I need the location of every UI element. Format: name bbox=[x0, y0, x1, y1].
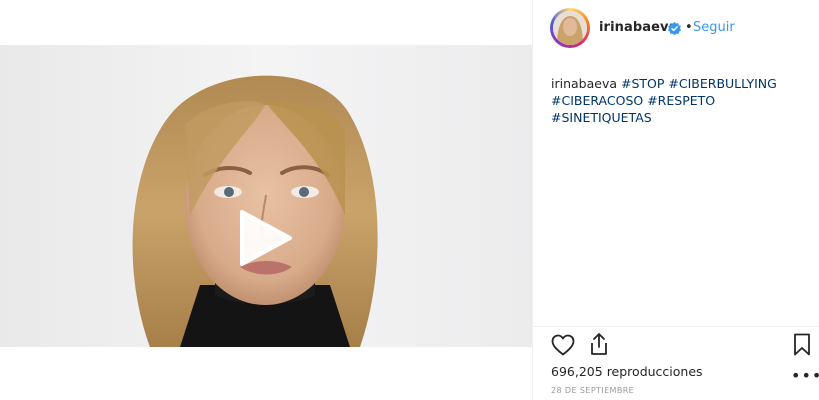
verified-badge-icon bbox=[668, 22, 681, 35]
caption-username-link[interactable]: irinabaeva bbox=[551, 76, 617, 91]
play-icon[interactable] bbox=[234, 208, 294, 268]
bookmark-icon[interactable] bbox=[793, 333, 811, 356]
video-player[interactable] bbox=[0, 45, 532, 347]
post-sidebar: irinabaeva • Seguir irinabaeva #STOP #CI… bbox=[533, 0, 819, 400]
post-caption: irinabaeva #STOP #CIBERBULLYING #CIBERAC… bbox=[551, 75, 801, 126]
view-count-number: 696,205 bbox=[551, 364, 603, 379]
hashtag-link[interactable]: #CIBERBULLYING bbox=[668, 76, 776, 91]
hashtag-link[interactable]: #RESPETO bbox=[647, 93, 715, 108]
media-pane bbox=[0, 0, 532, 400]
separator-dot: • bbox=[685, 20, 693, 35]
hashtag-link[interactable]: #CIBERACOSO bbox=[551, 93, 643, 108]
share-icon[interactable] bbox=[588, 332, 610, 356]
avatar-image bbox=[553, 11, 587, 45]
heart-icon[interactable] bbox=[551, 334, 575, 356]
more-options-button[interactable]: ••• bbox=[791, 366, 819, 385]
hashtag-link[interactable]: #STOP bbox=[621, 76, 664, 91]
video-frame bbox=[0, 45, 532, 347]
view-count-label: reproducciones bbox=[606, 364, 703, 379]
post-header: irinabaeva • Seguir bbox=[533, 0, 819, 60]
view-count: 696,205 reproducciones bbox=[551, 364, 703, 379]
avatar[interactable] bbox=[550, 8, 590, 48]
hashtag-link[interactable]: #SINETIQUETAS bbox=[551, 110, 652, 125]
actions-divider bbox=[533, 326, 819, 327]
follow-button[interactable]: Seguir bbox=[693, 20, 735, 35]
post-date[interactable]: 28 DE SEPTIEMBRE bbox=[551, 386, 634, 395]
username-link[interactable]: irinabaeva bbox=[599, 20, 678, 35]
